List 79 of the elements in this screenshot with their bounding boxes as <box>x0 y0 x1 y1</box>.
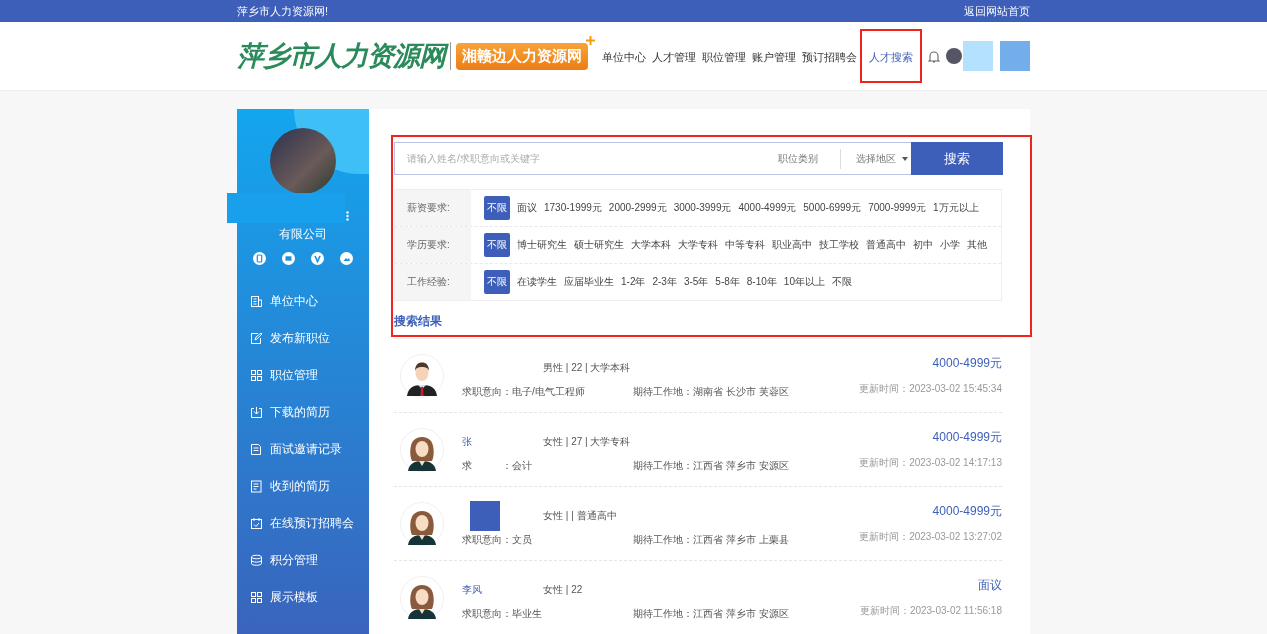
nav-link[interactable]: 职位管理 <box>699 51 749 63</box>
expected-salary: 4000-4999元 <box>932 503 1002 520</box>
job-intent: 求职意向：电子/电气工程师 <box>462 384 586 399</box>
nav-link[interactable]: 人才管理 <box>649 51 699 63</box>
candidate-info: 女性 | 27 | 大学专科 <box>543 434 631 449</box>
filter-option[interactable]: 不限 <box>484 196 510 220</box>
filter-option[interactable]: 2000-2999元 <box>608 201 667 215</box>
filter-option[interactable]: 博士研究生 <box>517 238 567 252</box>
job-intent: 求 ：会计 <box>462 458 533 473</box>
filter-option[interactable]: 不限 <box>484 270 510 294</box>
filter-option[interactable]: 在读学生 <box>517 275 557 289</box>
filter-option[interactable]: 1-2年 <box>621 275 646 289</box>
nav-link[interactable]: 账户管理 <box>749 51 799 63</box>
filter-option[interactable]: 普通高中 <box>866 238 906 252</box>
filter-option[interactable]: 面议 <box>517 201 537 215</box>
filter-option[interactable]: 7000-9999元 <box>868 201 926 215</box>
expected-location: 期待工作地：江西省 萍乡市 上栗县 <box>633 532 789 547</box>
sidebar-item[interactable]: 展示模板 <box>237 579 369 616</box>
expected-salary: 4000-4999元 <box>932 355 1002 372</box>
filter-label: 薪资要求: <box>395 190 471 226</box>
filter-option[interactable]: 不限 <box>484 233 510 257</box>
filter-option[interactable]: 8-10年 <box>746 275 777 289</box>
sidebar-item[interactable]: 单位中心 <box>237 283 369 320</box>
filter-option[interactable]: 1730-1999元 <box>544 201 602 215</box>
filter-option[interactable]: 3-5年 <box>683 275 709 289</box>
sidebar-item[interactable]: 面试邀请记录 <box>237 431 369 468</box>
nav-link[interactable]: 人才搜索 <box>866 51 916 63</box>
expected-location: 期待工作地：江西省 萍乡市 安源区 <box>633 606 789 621</box>
filter-option[interactable]: 其他 <box>967 238 987 252</box>
filter-option[interactable]: 3000-3999元 <box>673 201 732 215</box>
results-heading: 搜索结果 <box>394 313 443 330</box>
filter-option[interactable]: 硕士研究生 <box>574 238 624 252</box>
sidebar-item[interactable]: 积分管理 <box>237 542 369 579</box>
sidebar-item[interactable]: 收到的简历 <box>237 468 369 505</box>
search-field[interactable]: 请输入姓名/求职意向或关键字 职位类别 选择地区 <box>394 142 911 175</box>
company-name: 有限公司 <box>278 226 328 243</box>
expected-salary: 4000-4999元 <box>932 429 1002 446</box>
candidate-name[interactable]: 张 <box>462 435 472 447</box>
filter-option[interactable]: 职业高中 <box>772 238 812 252</box>
filter-option[interactable]: 10年以上 <box>783 275 825 289</box>
expected-location: 期待工作地：江西省 萍乡市 安源区 <box>633 458 789 473</box>
filter-option[interactable]: 技工学校 <box>819 238 859 252</box>
filter-option[interactable]: 不限 <box>831 275 852 289</box>
update-time: 更新时间：2023-03-02 15:45:34 <box>859 382 1002 396</box>
candidate-name[interactable]: 李风 <box>462 583 482 595</box>
site-name: 萍乡市人力资源网! <box>237 3 329 19</box>
filter-option[interactable]: 1万元以上 <box>932 201 979 215</box>
expected-location: 期待工作地：湖南省 长沙市 芙蓉区 <box>633 384 789 399</box>
update-time: 更新时间：2023-03-02 11:56:18 <box>859 604 1002 618</box>
category-select[interactable]: 职位类别 <box>768 151 840 166</box>
candidate-info: 女性 | 22 <box>543 582 583 597</box>
region-select[interactable]: 选择地区 <box>841 151 911 166</box>
update-time: 更新时间：2023-03-02 13:27:02 <box>859 530 1002 544</box>
candidate-info: 男性 | 22 | 大学本科 <box>543 360 631 375</box>
expected-salary: 面议 <box>978 577 1002 594</box>
filter-option[interactable]: 2-3年 <box>652 275 677 289</box>
filter-option[interactable]: 大学本科 <box>631 238 671 252</box>
sidebar-item[interactable]: 在线预订招聘会 <box>237 505 369 542</box>
candidate-info: 女性 | | 普通高中 <box>543 508 617 523</box>
filter-label: 学历要求: <box>395 227 471 263</box>
filter-option[interactable]: 中等专科 <box>725 238 765 252</box>
sidebar-item[interactable]: 发布新职位 <box>237 320 369 357</box>
filter-option[interactable]: 小学 <box>940 238 960 252</box>
job-intent: 求职意向：毕业生 <box>462 606 543 621</box>
filter-option[interactable]: 应届毕业生 <box>564 275 614 289</box>
sidebar-item[interactable]: 职位管理 <box>237 357 369 394</box>
sidebar-item[interactable]: 下载的简历 <box>237 394 369 431</box>
home-link[interactable]: 返回网站首页 <box>964 3 1030 19</box>
job-intent: 求职意向：文员 <box>462 532 533 547</box>
nav-link[interactable]: 单位中心 <box>599 51 649 63</box>
filter-option[interactable]: 大学专科 <box>678 238 718 252</box>
nav-link[interactable]: 预订招聘会 <box>799 51 860 63</box>
filter-option[interactable]: 4000-4999元 <box>738 201 797 215</box>
update-time: 更新时间：2023-03-02 14:17:13 <box>859 456 1002 470</box>
filter-label: 工作经验: <box>395 264 471 300</box>
filter-option[interactable]: 初中 <box>913 238 933 252</box>
filter-option[interactable]: 5-8年 <box>715 275 740 289</box>
filter-option[interactable]: 5000-6999元 <box>803 201 862 215</box>
search-button[interactable]: 搜索 <box>911 142 1003 175</box>
